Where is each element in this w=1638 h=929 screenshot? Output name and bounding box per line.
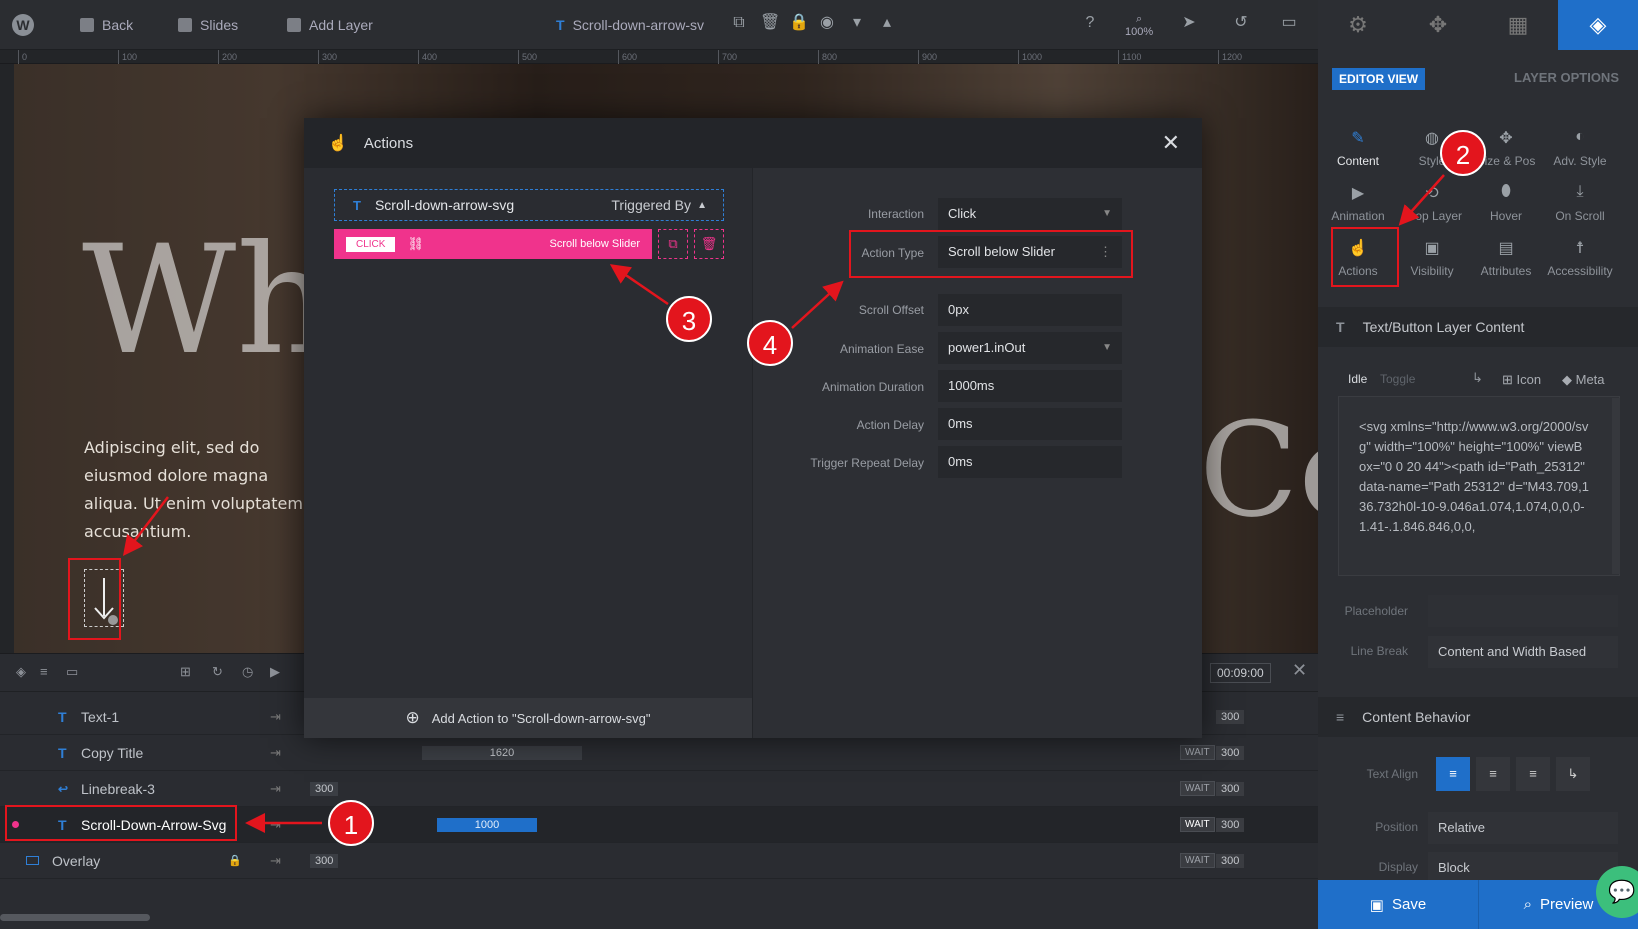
annotation-marker-1: 1 (328, 800, 374, 846)
annotation-arrows (122, 174, 1445, 833)
annotation-marker-2: 2 (1440, 130, 1486, 176)
annotation-marker-4: 4 (747, 320, 793, 366)
annotation-marker-3: 3 (666, 296, 712, 342)
